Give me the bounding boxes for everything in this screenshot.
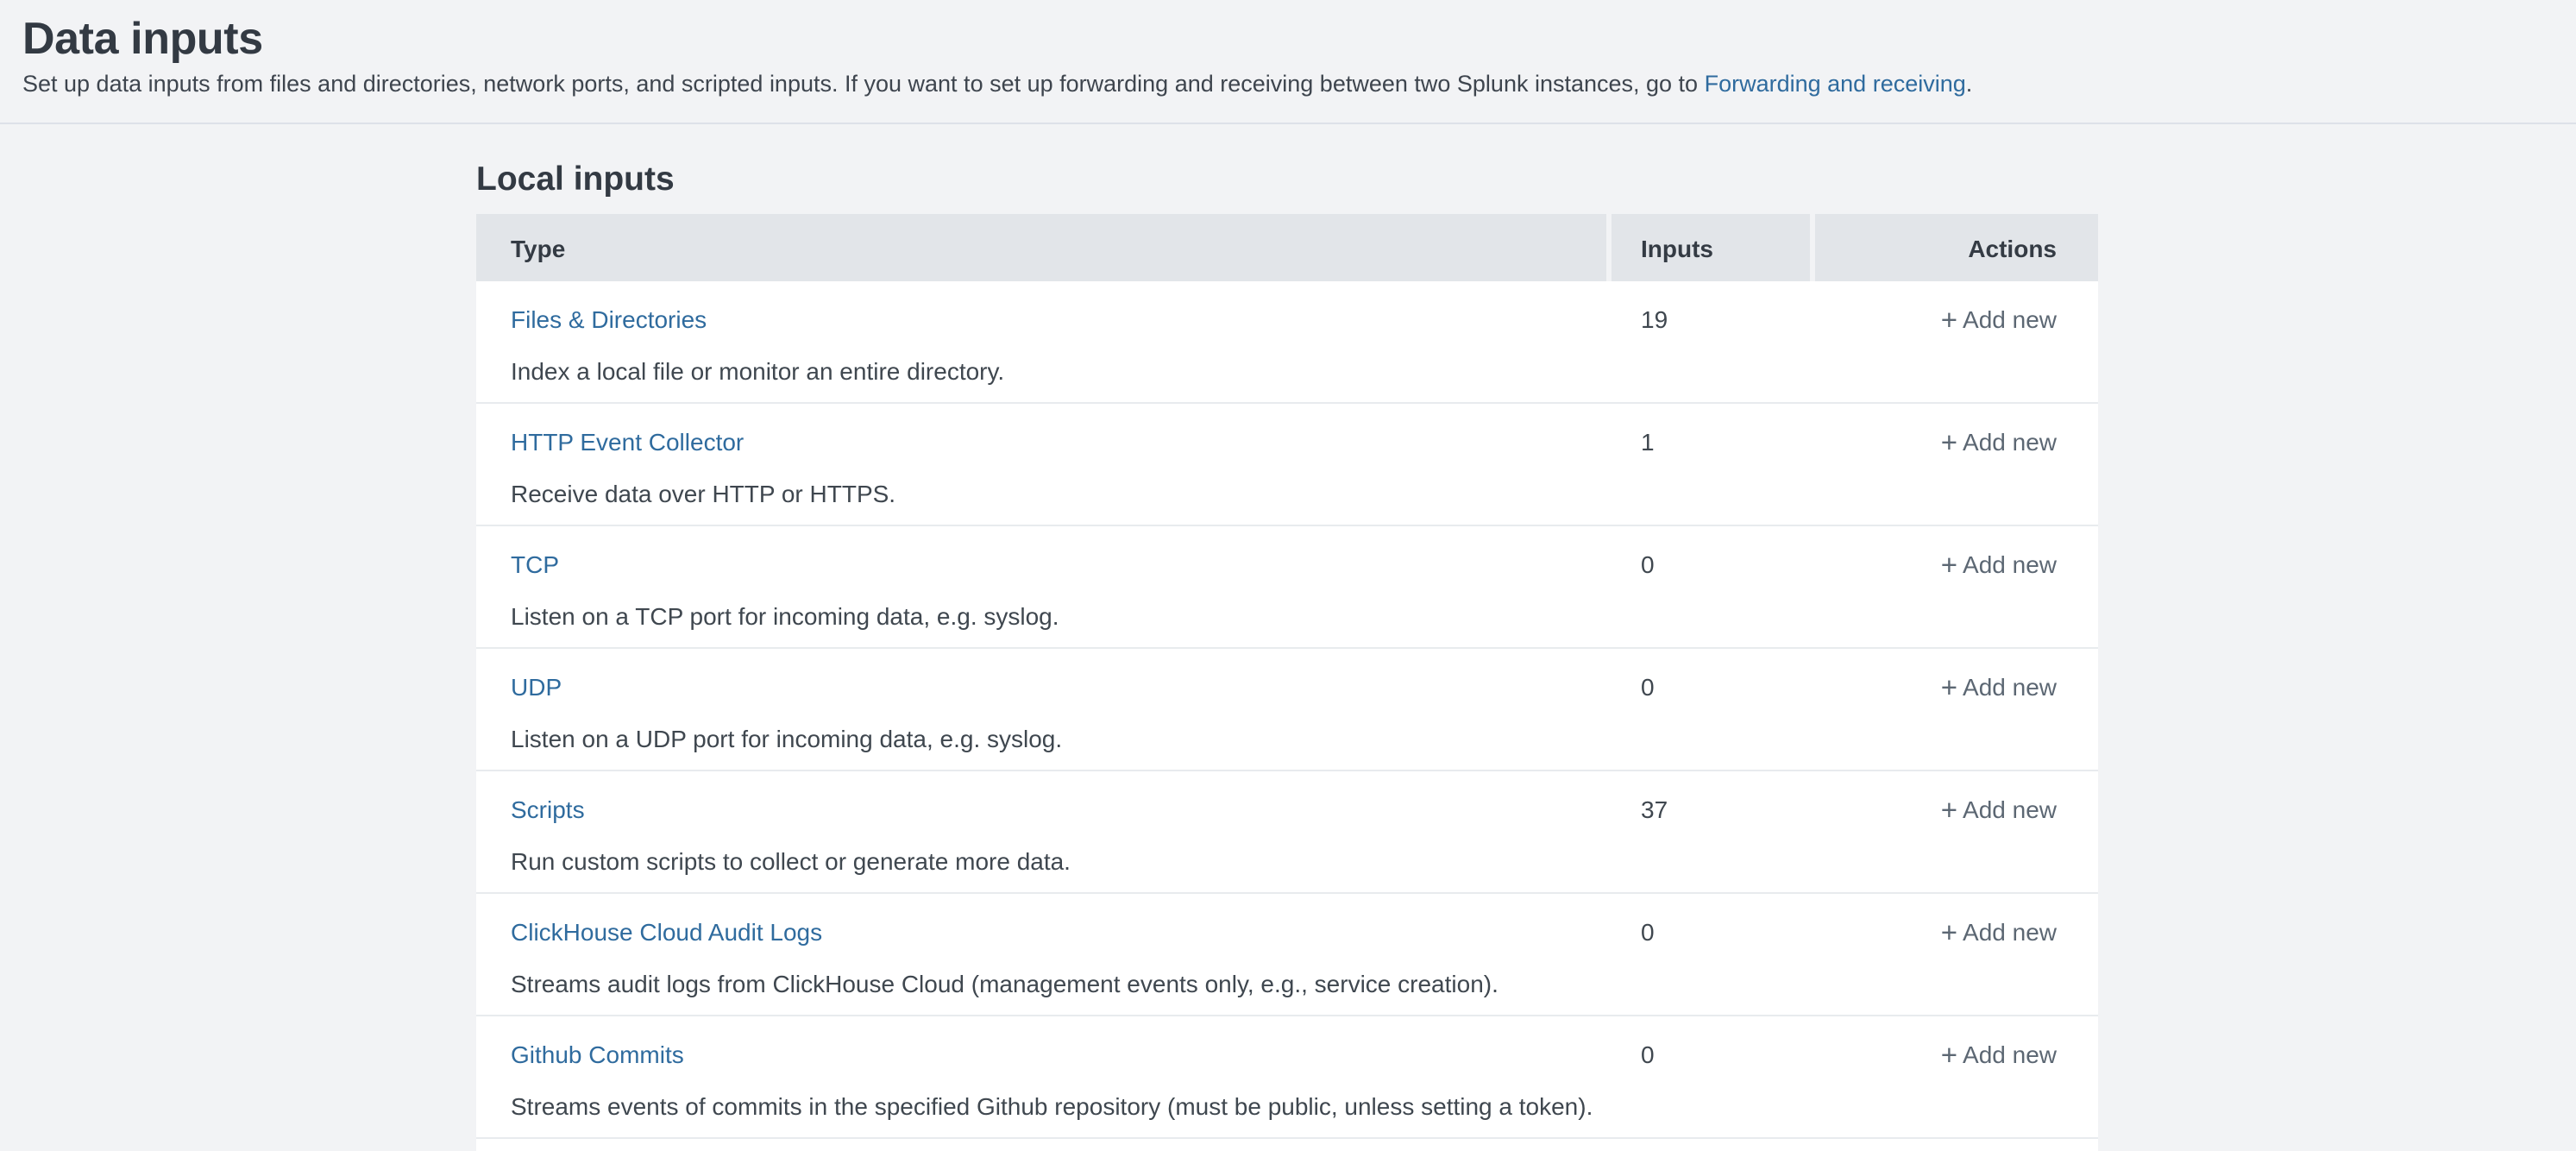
actions-cell: +Add new xyxy=(1815,526,2098,647)
plus-icon: + xyxy=(1941,430,1957,459)
add-new-link[interactable]: +Add new xyxy=(1941,550,2057,582)
page-header: Data inputs Set up data inputs from file… xyxy=(0,0,2576,124)
column-header-type: Type xyxy=(476,214,1606,281)
inputs-count: 37 xyxy=(1612,771,1810,892)
inputs-count: 1 xyxy=(1612,404,1810,525)
table-row: ClickHouse Cloud Audit Logs Streams audit… xyxy=(476,894,2098,1016)
plus-icon: + xyxy=(1941,552,1957,582)
type-cell: UDP Listen on a UDP port for incoming dat… xyxy=(476,649,1606,770)
input-type-description: Streams audit logs from ClickHouse Cloud… xyxy=(511,970,1606,999)
plus-icon: + xyxy=(1941,307,1957,336)
actions-cell: +Add new xyxy=(1815,281,2098,402)
column-header-inputs: Inputs xyxy=(1612,214,1810,281)
forwarding-and-receiving-link[interactable]: Forwarding and receiving xyxy=(1705,71,1966,97)
input-type-description: Receive data over HTTP or HTTPS. xyxy=(511,480,1606,509)
add-new-link[interactable]: +Add new xyxy=(1941,1041,2057,1072)
input-type-description: Run custom scripts to collect or generat… xyxy=(511,847,1606,877)
table-row: Github Commits Streams events of commits … xyxy=(476,1016,2098,1139)
table-body: Files & Directories Index a local file or… xyxy=(476,281,2098,1139)
input-type-description: Listen on a UDP port for incoming data, … xyxy=(511,725,1606,754)
input-type-link[interactable]: Github Commits xyxy=(511,1041,684,1070)
actions-cell: +Add new xyxy=(1815,1016,2098,1137)
add-new-link[interactable]: +Add new xyxy=(1941,428,2057,459)
type-cell: Github Commits Streams events of commits … xyxy=(476,1016,1606,1137)
type-cell: Files & Directories Index a local file or… xyxy=(476,281,1606,402)
input-type-link[interactable]: UDP xyxy=(511,673,562,702)
page-title: Data inputs xyxy=(22,12,2576,66)
table-row: UDP Listen on a UDP port for incoming dat… xyxy=(476,649,2098,771)
inputs-count: 19 xyxy=(1612,281,1810,402)
add-new-link[interactable]: +Add new xyxy=(1941,796,2057,827)
actions-cell: +Add new xyxy=(1815,649,2098,770)
table-row: Files & Directories Index a local file or… xyxy=(476,281,2098,404)
type-cell: HTTP Event Collector Receive data over HT… xyxy=(476,404,1606,525)
column-header-actions: Actions xyxy=(1815,214,2098,281)
type-cell: ClickHouse Cloud Audit Logs Streams audit… xyxy=(476,894,1606,1015)
table-row: Scripts Run custom scripts to collect or … xyxy=(476,771,2098,894)
content-area: Local inputs Type Inputs Actions Files &… xyxy=(0,159,2576,1151)
plus-icon: + xyxy=(1941,675,1957,704)
local-inputs-table: Type Inputs Actions Files & Directories I… xyxy=(476,214,2098,1151)
input-type-link[interactable]: ClickHouse Cloud Audit Logs xyxy=(511,918,822,947)
plus-icon: + xyxy=(1941,1042,1957,1072)
actions-cell: +Add new xyxy=(1815,771,2098,892)
add-new-link[interactable]: +Add new xyxy=(1941,305,2057,336)
table-header-row: Type Inputs Actions xyxy=(476,214,2098,281)
input-type-link[interactable]: TCP xyxy=(511,550,559,580)
type-cell: TCP Listen on a TCP port for incoming dat… xyxy=(476,526,1606,647)
subtitle-text: Set up data inputs from files and direct… xyxy=(22,71,1705,97)
table-row: HTTP Event Collector Receive data over HT… xyxy=(476,404,2098,526)
input-type-link[interactable]: HTTP Event Collector xyxy=(511,428,744,457)
plus-icon: + xyxy=(1941,920,1957,949)
input-type-link[interactable]: Files & Directories xyxy=(511,305,707,335)
page-subtitle: Set up data inputs from files and direct… xyxy=(22,69,2576,98)
plus-icon: + xyxy=(1941,797,1957,827)
inputs-count: 0 xyxy=(1612,526,1810,647)
input-type-description: Listen on a TCP port for incoming data, … xyxy=(511,602,1606,632)
subtitle-period: . xyxy=(1966,71,1973,97)
local-inputs-heading: Local inputs xyxy=(476,159,2576,200)
input-type-description: Index a local file or monitor an entire … xyxy=(511,357,1606,387)
add-new-link[interactable]: +Add new xyxy=(1941,918,2057,949)
input-type-link[interactable]: Scripts xyxy=(511,796,585,825)
table-row: TCP Listen on a TCP port for incoming dat… xyxy=(476,526,2098,649)
inputs-count: 0 xyxy=(1612,1016,1810,1137)
input-type-description: Streams events of commits in the specifi… xyxy=(511,1092,1606,1122)
actions-cell: +Add new xyxy=(1815,404,2098,525)
add-new-link[interactable]: +Add new xyxy=(1941,673,2057,704)
type-cell: Scripts Run custom scripts to collect or … xyxy=(476,771,1606,892)
actions-cell: +Add new xyxy=(1815,894,2098,1015)
inputs-count: 0 xyxy=(1612,649,1810,770)
inputs-count: 0 xyxy=(1612,894,1810,1015)
page: Data inputs Set up data inputs from file… xyxy=(0,0,2576,1151)
partial-next-row xyxy=(476,1139,2098,1151)
